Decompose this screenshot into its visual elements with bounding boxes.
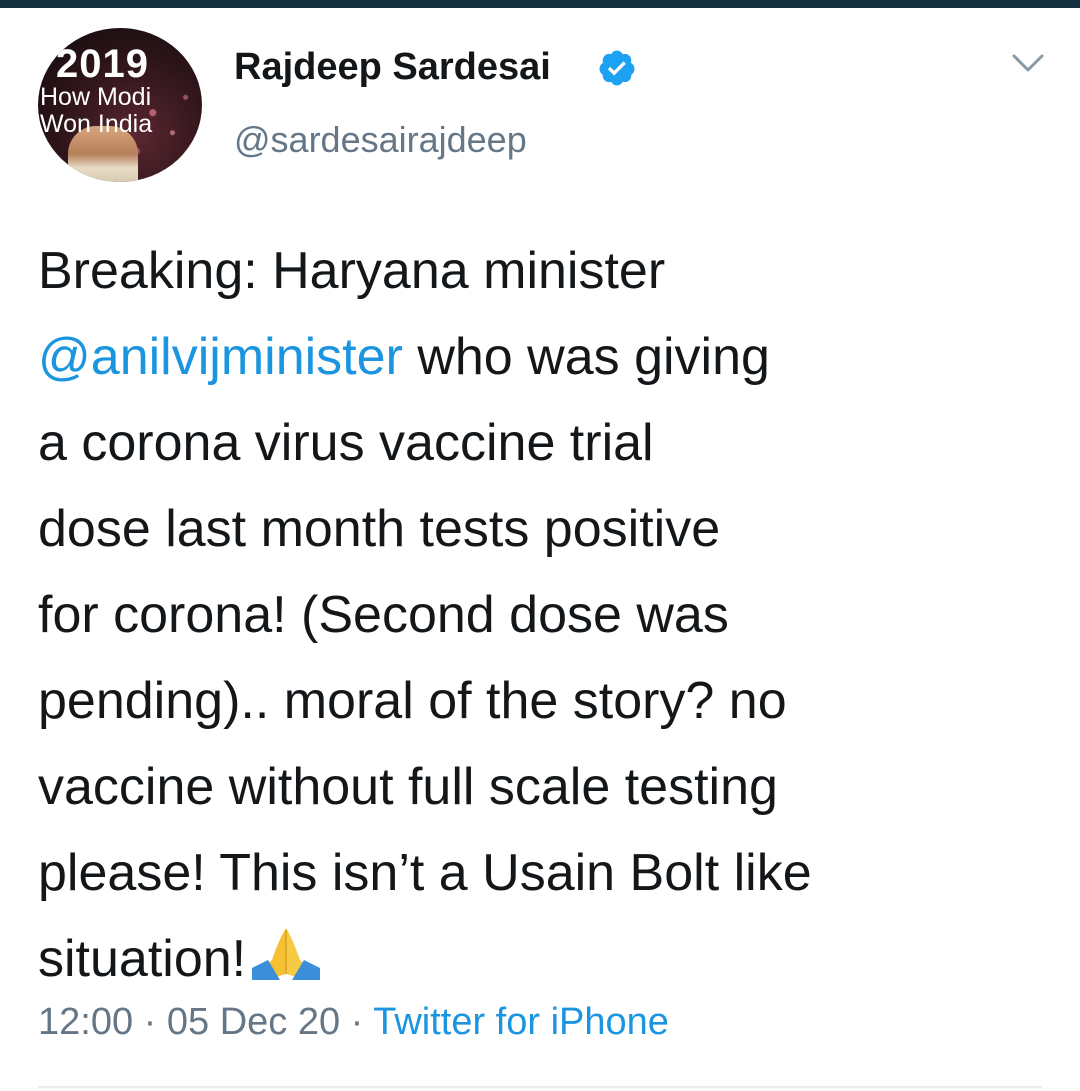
- handle[interactable]: @sardesairajdeep: [234, 118, 527, 162]
- tweet-line: vaccine without full scale testing: [38, 758, 778, 816]
- divider: [38, 1086, 1042, 1088]
- avatar-text-year: 2019: [56, 42, 149, 86]
- tweet-date: 05 Dec 20: [166, 1001, 341, 1043]
- tweet-line: for corona! (Second dose was: [38, 586, 729, 644]
- tweet-text: Breaking: Haryana minister @anilvijminis…: [38, 228, 1048, 1002]
- tweet-meta: 12:00 · 05 Dec 20 · Twitter for iPhone: [38, 998, 669, 1046]
- chevron-down-icon[interactable]: [1008, 48, 1048, 78]
- verified-badge-icon: [599, 50, 635, 86]
- meta-separator: ·: [340, 1001, 374, 1043]
- tweet-line: a corona virus vaccine trial: [38, 414, 654, 472]
- tweet-line: Breaking: Haryana minister: [38, 242, 666, 300]
- display-name[interactable]: Rajdeep Sardesai: [234, 44, 551, 90]
- avatar[interactable]: 2019 How Modi Won India: [38, 28, 202, 182]
- tweet-line-text: who was giving: [402, 328, 770, 386]
- top-bar-strip: [0, 0, 1080, 8]
- folded-hands-icon: [252, 928, 321, 980]
- avatar-text-line3: Won India: [40, 110, 153, 138]
- tweet-time: 12:00: [38, 1001, 134, 1043]
- tweet-line-text: situation!: [38, 930, 247, 988]
- mention-link[interactable]: @anilvijminister: [38, 328, 403, 386]
- meta-separator: ·: [133, 1001, 167, 1043]
- tweet-line: please! This isn’t a Usain Bolt like: [38, 844, 812, 902]
- tweet-line-with-mention: @anilvijminister who was giving: [38, 314, 1048, 400]
- tweet-line: dose last month tests positive: [38, 500, 721, 558]
- tweet-source-link[interactable]: Twitter for iPhone: [373, 1001, 669, 1043]
- avatar-text-line2: How Modi: [40, 83, 152, 111]
- tweet-line-last: situation!: [38, 916, 1048, 1002]
- tweet-line: pending).. moral of the story? no: [38, 672, 787, 730]
